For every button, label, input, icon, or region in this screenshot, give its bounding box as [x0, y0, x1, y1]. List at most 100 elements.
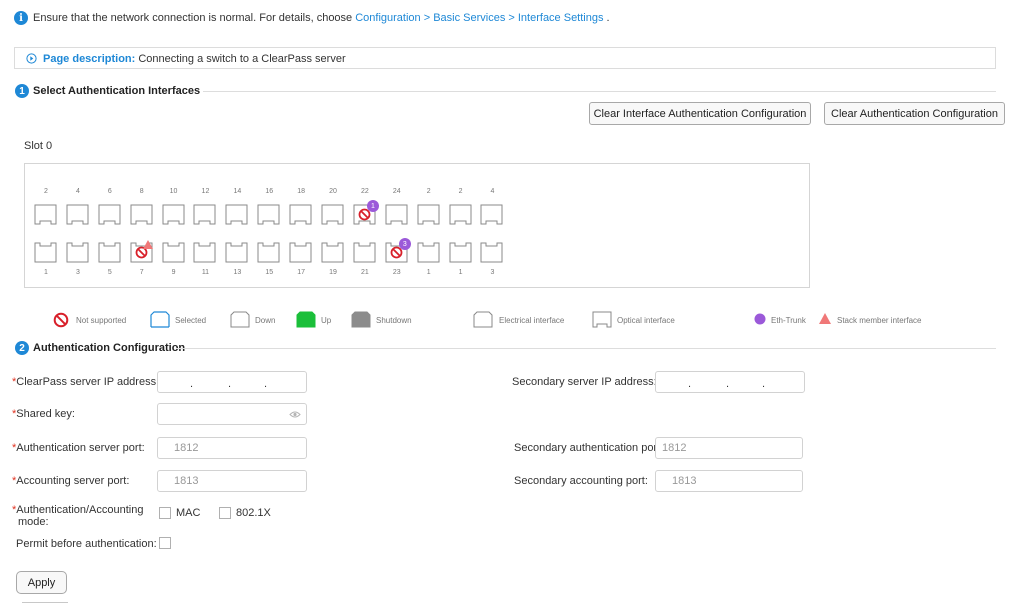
optical-port-icon	[353, 242, 376, 263]
top-port-10[interactable]: 1	[353, 200, 379, 225]
secondary-acct-port-label: Secondary accounting port:	[514, 475, 648, 487]
optical-port-icon	[130, 204, 153, 225]
top-port-9[interactable]	[321, 204, 344, 225]
bottom-port-number-4: 9	[171, 269, 176, 276]
legend-stack-member: Stack member interface	[837, 316, 922, 325]
bottom-port-4[interactable]	[162, 242, 185, 263]
auth-port-label: *Authentication server port:	[12, 442, 145, 454]
optical-port-icon	[321, 242, 344, 263]
top-port-number-6: 14	[233, 188, 242, 195]
top-port-13[interactable]	[449, 204, 472, 225]
notice-text: Ensure that the network connection is no…	[33, 12, 610, 24]
top-port-number-11: 24	[392, 188, 401, 195]
page-description-box[interactable]: Page description: Connecting a switch to…	[14, 47, 996, 69]
auth-port-placeholder: 1812	[174, 442, 199, 454]
down-port-icon	[230, 311, 250, 328]
auth-port-input[interactable]: 1812	[157, 437, 307, 459]
top-port-11[interactable]	[385, 204, 408, 225]
shared-key-input[interactable]	[157, 403, 307, 425]
optical-port-icon	[162, 204, 185, 225]
secondary-auth-port-label: Secondary authentication port:	[514, 442, 664, 454]
bottom-port-12[interactable]	[417, 242, 440, 263]
top-port-1[interactable]	[66, 204, 89, 225]
section-select-interfaces-title: Select Authentication Interfaces	[33, 85, 201, 97]
notice-message: Ensure that the network connection is no…	[33, 12, 353, 24]
show-password-icon[interactable]	[289, 410, 301, 419]
top-port-6[interactable]	[225, 204, 248, 225]
secondary-ip-label: Secondary server IP address:	[512, 376, 657, 388]
permit-before-auth-checkbox[interactable]	[159, 537, 171, 549]
acct-port-label: *Accounting server port:	[12, 475, 130, 487]
top-port-14[interactable]	[480, 204, 503, 225]
section-divider	[176, 348, 996, 349]
mac-checkbox[interactable]	[159, 507, 171, 519]
optical-port-icon	[98, 242, 121, 263]
legend-selected: Selected	[175, 316, 207, 325]
bottom-port-14[interactable]	[480, 242, 503, 263]
top-port-number-9: 20	[329, 188, 337, 195]
top-port-7[interactable]	[257, 204, 280, 225]
optical-port-icon	[417, 242, 440, 263]
interface-settings-link[interactable]: Configuration > Basic Services > Interfa…	[355, 12, 603, 24]
bottom-port-number-6: 13	[233, 269, 242, 276]
permit-before-auth-label: Permit before authentication:	[16, 538, 157, 550]
bottom-port-2[interactable]	[98, 242, 121, 263]
bottom-port-11[interactable]: 3	[385, 238, 411, 263]
dot1x-checkbox[interactable]	[219, 507, 231, 519]
acct-port-input[interactable]: 1813	[157, 470, 307, 492]
top-port-0[interactable]	[34, 204, 57, 225]
clear-auth-config-button[interactable]: Clear Authentication Configuration	[824, 102, 1005, 125]
not-supported-icon	[53, 312, 69, 328]
legend-up: Up	[321, 316, 332, 325]
bottom-port-7[interactable]	[257, 242, 280, 263]
top-port-number-2: 6	[107, 188, 112, 195]
bottom-port-1[interactable]	[66, 242, 89, 263]
bottom-port-10[interactable]	[353, 242, 376, 263]
acct-port-placeholder: 1813	[174, 475, 199, 487]
bottom-port-9[interactable]	[321, 242, 344, 263]
optical-port-icon	[480, 242, 503, 263]
secondary-auth-port-input[interactable]: 1812	[655, 437, 803, 459]
top-port-3[interactable]	[130, 204, 153, 225]
bottom-port-3[interactable]	[130, 240, 153, 263]
selected-port-icon	[150, 311, 170, 328]
bottom-port-13[interactable]	[449, 242, 472, 263]
stack-member-icon	[142, 240, 153, 249]
shared-key-label: *Shared key:	[12, 408, 75, 420]
bottom-port-0[interactable]	[34, 242, 57, 263]
top-port-numbers: 2 4 6 8 10 12 14 16 18 20 22 24 2 2 4	[33, 188, 505, 195]
info-icon: i	[14, 11, 28, 25]
optical-port-icon	[385, 204, 408, 225]
optical-port-icon	[449, 204, 472, 225]
section-divider	[203, 91, 996, 92]
optical-port-icon	[257, 204, 280, 225]
bottom-port-number-11: 23	[392, 269, 401, 276]
bottom-port-8[interactable]	[289, 242, 312, 263]
page-description: Page description: Connecting a switch to…	[43, 53, 346, 65]
optical-port-icon	[34, 204, 57, 225]
legend-down: Down	[255, 316, 276, 325]
bottom-port-6[interactable]	[225, 242, 248, 263]
dot1x-label: 802.1X	[236, 507, 271, 519]
clear-interface-auth-button[interactable]: Clear Interface Authentication Configura…	[589, 102, 811, 125]
top-port-12[interactable]	[417, 204, 440, 225]
bottom-port-number-14: 3	[490, 269, 495, 276]
clearpass-ip-input[interactable]: . . .	[157, 371, 307, 393]
optical-port-icon	[321, 204, 344, 225]
step-2-badge: 2	[15, 341, 29, 355]
secondary-auth-port-placeholder: 1812	[662, 442, 687, 454]
mac-label: MAC	[176, 507, 201, 519]
legend-electrical: Electrical interface	[499, 316, 565, 325]
switch-panel: 2 4 6 8 10 12 14 16 18 20 22 24 2 2 4 1 3 1 3 5 7 9 11 13 15 1…	[24, 163, 810, 288]
bottom-port-5[interactable]	[193, 242, 216, 263]
top-port-8[interactable]	[289, 204, 312, 225]
apply-button[interactable]: Apply	[16, 571, 67, 594]
secondary-acct-port-placeholder: 1813	[672, 475, 697, 487]
secondary-ip-input[interactable]: . . .	[655, 371, 805, 393]
top-port-4[interactable]	[162, 204, 185, 225]
secondary-acct-port-input[interactable]: 1813	[655, 470, 803, 492]
bottom-port-number-9: 19	[329, 269, 337, 276]
top-port-2[interactable]	[98, 204, 121, 225]
bottom-port-number-8: 17	[297, 269, 306, 276]
top-port-5[interactable]	[193, 204, 216, 225]
